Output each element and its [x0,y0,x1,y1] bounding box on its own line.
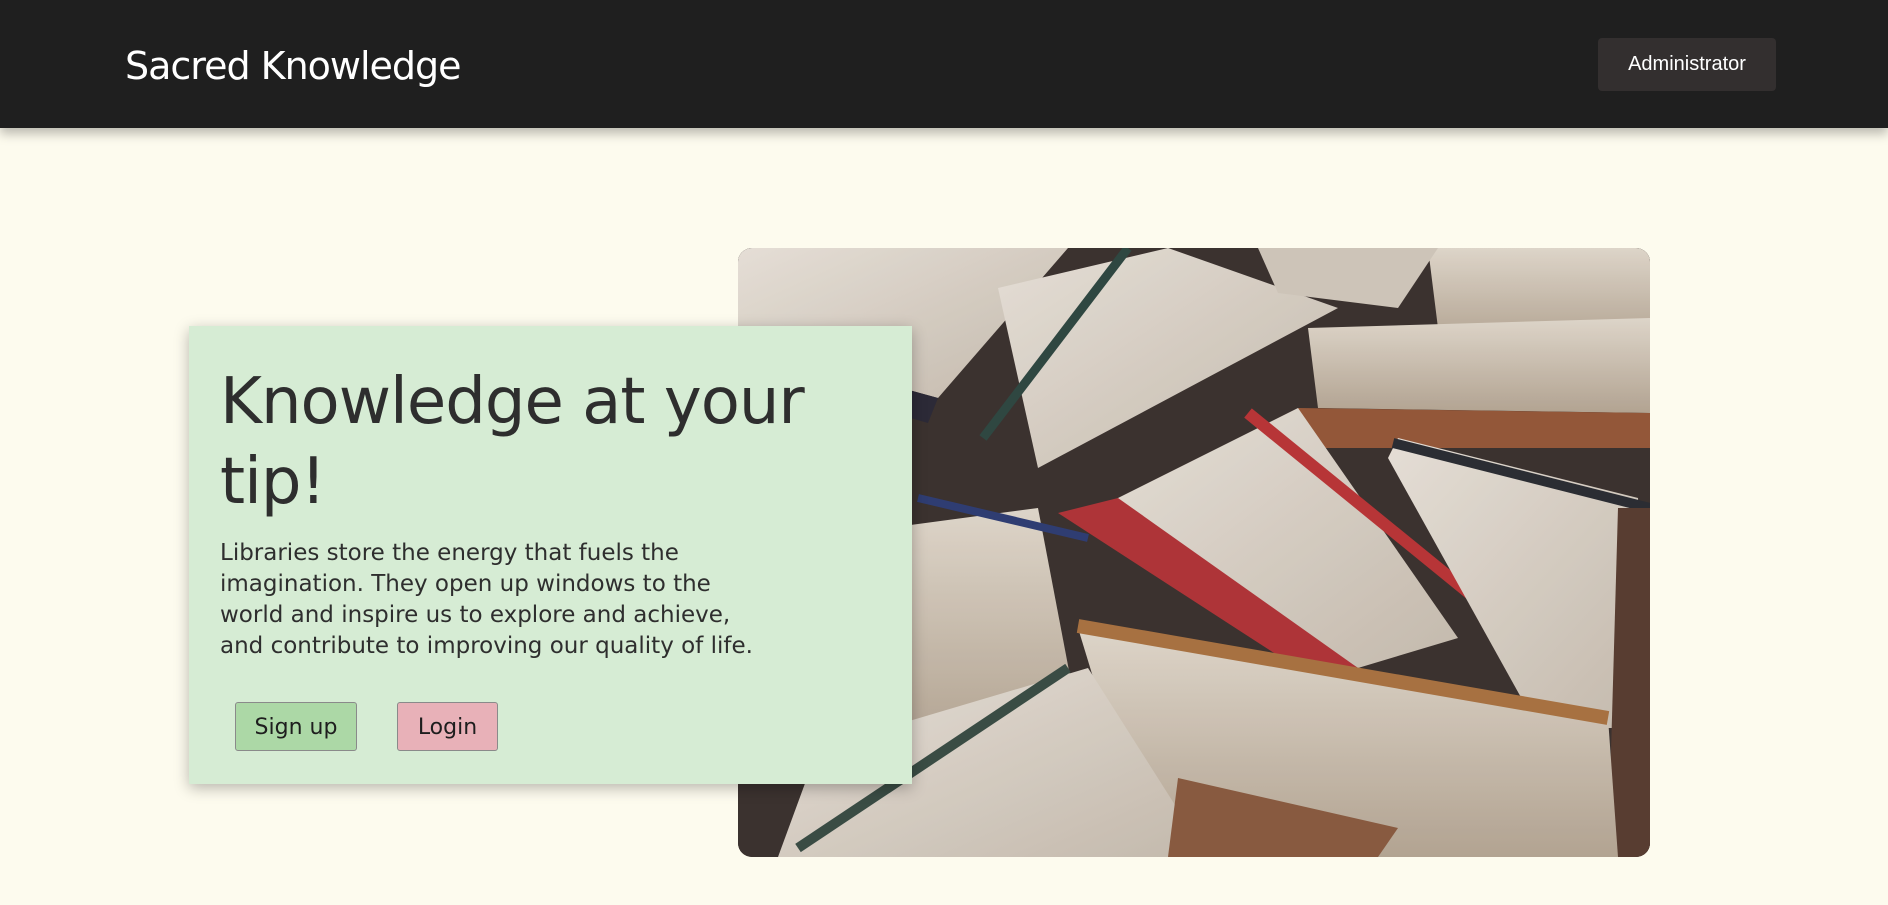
hero-title: Knowledge at your tip! [220,365,805,519]
brand-title[interactable]: Sacred Knowledge [125,42,462,90]
signup-button[interactable]: Sign up [235,702,357,751]
administrator-button[interactable]: Administrator [1598,38,1776,91]
hero-description: Libraries store the energy that fuels th… [220,540,753,659]
navbar: Sacred Knowledge Administrator [0,0,1888,128]
login-button[interactable]: Login [397,702,498,751]
hero-card: Knowledge at your tip! Libraries store t… [189,326,912,784]
